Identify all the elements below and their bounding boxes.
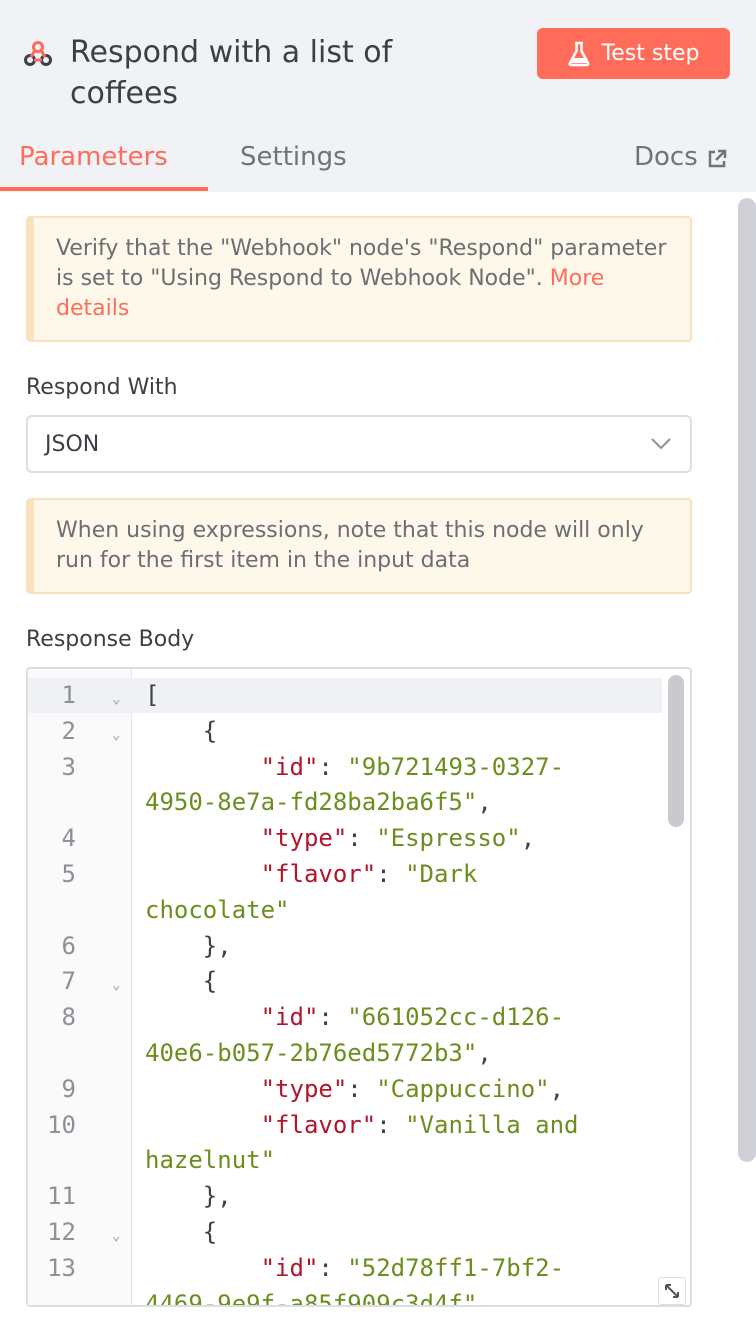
code-line: chocolate" xyxy=(28,892,668,928)
json-string: 40e6-b057-2b76ed5772b3" xyxy=(145,1039,478,1067)
code-text: "flavor": "Vanilla and xyxy=(260,1110,579,1139)
code-line: 4469-9e9f-a85f909c3d4f" xyxy=(28,1286,668,1307)
response-body-label: Response Body xyxy=(26,627,195,652)
tab-settings[interactable]: Settings xyxy=(240,142,347,172)
code-text: }, xyxy=(145,931,232,960)
code-text: "id": "9b721493-0327- xyxy=(260,752,565,781)
json-key: "type" xyxy=(260,824,348,853)
line-number: 13 xyxy=(47,1253,76,1282)
line-number: 7 xyxy=(61,967,76,996)
line-number: 6 xyxy=(61,931,76,960)
json-string: "Vanilla and xyxy=(405,1110,579,1139)
expressions-notice: When using expressions, note that this n… xyxy=(26,498,692,594)
json-key: "flavor" xyxy=(260,1110,377,1139)
code-text: "type": "Espresso", xyxy=(260,824,536,853)
code-line: hazelnut" xyxy=(28,1142,668,1178)
json-key: "id" xyxy=(260,1253,319,1282)
docs-link[interactable]: Docs xyxy=(634,142,728,172)
active-tab-indicator xyxy=(0,187,208,191)
resize-handle[interactable] xyxy=(658,1277,686,1305)
line-number: 3 xyxy=(61,752,76,781)
expressions-notice-text: When using expressions, note that this n… xyxy=(56,518,644,573)
code-text: { xyxy=(145,967,218,996)
code-line: 1 ⌄[ xyxy=(28,677,668,713)
external-link-icon xyxy=(708,149,727,168)
code-line: 40e6-b057-2b76ed5772b3", xyxy=(28,1035,668,1071)
code-line: 10 "flavor": "Vanilla and xyxy=(28,1107,668,1143)
code-line: 2 ⌄ { xyxy=(28,713,668,749)
code-line: 7 ⌄ { xyxy=(28,963,668,999)
line-number: 9 xyxy=(61,1074,76,1103)
line-number: 4 xyxy=(61,824,76,853)
tab-parameters[interactable]: Parameters xyxy=(19,142,168,172)
json-string: "52d78ff1-7bf2- xyxy=(347,1253,565,1282)
node-header: Respond with a list of coffees Test step… xyxy=(0,0,756,192)
json-string: "661052cc-d126- xyxy=(347,1003,565,1032)
fold-chevron-icon[interactable]: ⌄ xyxy=(112,967,120,1003)
flask-icon xyxy=(568,41,590,66)
fold-chevron-icon[interactable]: ⌄ xyxy=(112,717,120,753)
webhook-icon xyxy=(24,41,52,66)
code-text: chocolate" xyxy=(145,892,290,928)
line-number: 10 xyxy=(47,1110,76,1139)
code-text: hazelnut" xyxy=(145,1142,275,1178)
line-number: 11 xyxy=(47,1182,76,1211)
code-text: 40e6-b057-2b76ed5772b3", xyxy=(145,1039,492,1067)
respond-with-select[interactable]: JSON xyxy=(26,415,692,473)
json-string: hazelnut" xyxy=(145,1146,276,1175)
line-number: 2 xyxy=(61,716,76,745)
chevron-down-icon xyxy=(651,438,671,450)
code-line: 4 "type": "Espresso", xyxy=(28,820,668,856)
panel-scrollbar[interactable] xyxy=(738,198,756,1162)
node-title[interactable]: Respond with a list of coffees xyxy=(70,32,510,114)
json-key: "id" xyxy=(260,752,319,781)
code-text: }, xyxy=(145,1182,232,1211)
line-number: 12 xyxy=(47,1218,76,1246)
fold-chevron-icon[interactable]: ⌄ xyxy=(112,1218,120,1254)
respond-with-label: Respond With xyxy=(26,375,178,400)
json-string: "Dark xyxy=(405,860,478,888)
code-line: 3 "id": "9b721493-0327- xyxy=(28,749,668,785)
json-string: "9b721493-0327- xyxy=(347,752,565,781)
json-string: 4469-9e9f-a85f909c3d4f" xyxy=(145,1289,478,1307)
editor-scrollbar[interactable] xyxy=(668,675,684,827)
code-text: { xyxy=(145,716,218,745)
code-text: 4469-9e9f-a85f909c3d4f" xyxy=(145,1286,478,1307)
docs-label: Docs xyxy=(634,142,698,172)
code-line: 11 }, xyxy=(28,1178,668,1214)
title-line-2: coffees xyxy=(70,76,179,111)
code-text: 4950-8e7a-fd28ba2ba6f5", xyxy=(145,788,492,817)
line-number: 5 xyxy=(61,860,76,888)
code-text: "id": "661052cc-d126- xyxy=(260,1003,565,1032)
json-key: "type" xyxy=(260,1074,348,1103)
webhook-notice: Verify that the "Webhook" node's "Respon… xyxy=(26,216,692,342)
response-body-editor[interactable]: 1 ⌄[2 ⌄ {3 "id": "9b721493-0327- 4950-8e7a-… xyxy=(26,667,692,1307)
json-key: "id" xyxy=(260,1003,319,1032)
json-string: "Cappuccino" xyxy=(376,1074,550,1103)
code-text: "flavor": "Dark xyxy=(260,860,478,888)
code-line: 4950-8e7a-fd28ba2ba6f5", xyxy=(28,784,668,820)
line-number: 1 xyxy=(61,681,76,709)
code-text: "id": "52d78ff1-7bf2- xyxy=(260,1253,565,1282)
resize-icon xyxy=(665,1284,679,1298)
code-line: 5 "flavor": "Dark xyxy=(28,856,668,892)
code-text: "type": "Cappuccino", xyxy=(260,1074,565,1103)
fold-chevron-icon[interactable]: ⌄ xyxy=(112,681,120,717)
code-line: 9 "type": "Cappuccino", xyxy=(28,1071,668,1107)
respond-with-value: JSON xyxy=(45,432,100,457)
code-line: 8 "id": "661052cc-d126- xyxy=(28,999,668,1035)
test-step-button[interactable]: Test step xyxy=(537,28,730,79)
json-key: "flavor" xyxy=(260,860,377,888)
json-string: chocolate" xyxy=(145,895,290,924)
code-line: 12 ⌄ { xyxy=(28,1214,668,1250)
code-text: { xyxy=(145,1218,218,1246)
test-step-label: Test step xyxy=(601,41,700,66)
json-string: "Espresso" xyxy=(376,824,521,853)
line-number: 8 xyxy=(61,1003,76,1032)
code-line: 6 }, xyxy=(28,928,668,964)
code-text: [ xyxy=(145,681,160,709)
code-line: 13 "id": "52d78ff1-7bf2- xyxy=(28,1250,668,1286)
title-line-1: Respond with a list of xyxy=(70,35,393,70)
json-string: 4950-8e7a-fd28ba2ba6f5" xyxy=(145,788,478,817)
